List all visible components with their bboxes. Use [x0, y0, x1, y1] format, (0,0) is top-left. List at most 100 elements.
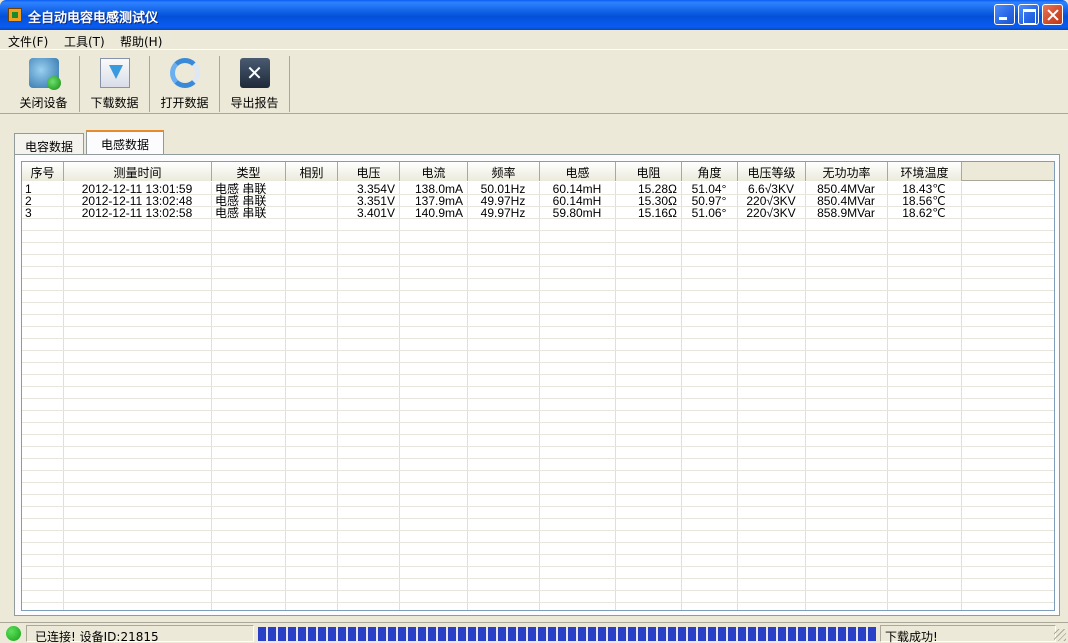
progress-block — [768, 627, 776, 641]
progress-block — [598, 627, 606, 641]
progress-block — [668, 627, 676, 641]
progress-block — [478, 627, 486, 641]
header-col-phase[interactable]: 相别 — [286, 162, 338, 181]
cell-angle: 51.06° — [691, 206, 727, 220]
progress-block — [838, 627, 846, 641]
progress-block — [518, 627, 526, 641]
progress-block — [708, 627, 716, 641]
progress-block — [638, 627, 646, 641]
minimize-button[interactable] — [994, 4, 1015, 25]
header-col-reactive-power[interactable]: 无功功率 — [806, 162, 888, 181]
progress-block — [278, 627, 286, 641]
progress-block — [798, 627, 806, 641]
menu-file[interactable]: 文件(F) — [8, 33, 48, 50]
progress-block — [318, 627, 326, 641]
progress-block — [308, 627, 316, 641]
close-button[interactable] — [1042, 4, 1063, 25]
progress-block — [728, 627, 736, 641]
progress-block — [738, 627, 746, 641]
progress-block — [498, 627, 506, 641]
tab-capacitance-data[interactable]: 电容数据 — [14, 133, 84, 155]
status-message: 下载成功! — [885, 630, 938, 643]
progress-block — [298, 627, 306, 641]
progress-block — [558, 627, 566, 641]
progress-block — [688, 627, 696, 641]
open-data-label: 打开数据 — [160, 96, 209, 110]
progress-block — [678, 627, 686, 641]
export-report-button[interactable]: 导出报告 — [220, 56, 290, 112]
header-col-type[interactable]: 类型 — [212, 162, 286, 181]
progress-block — [568, 627, 576, 641]
download-data-label: 下载数据 — [90, 96, 139, 110]
tab-panel: 序号 测量时间 类型 相别 电压 电流 频率 电感 电阻 角度 电压等级 无功功率 环境温度 1 2012… — [14, 154, 1060, 616]
cell-voltage: 3.401V — [356, 206, 395, 220]
progress-block — [808, 627, 816, 641]
disconnect-device-button[interactable]: 关闭设备 — [8, 56, 80, 112]
progress-block — [748, 627, 756, 641]
cell-phase — [289, 195, 333, 207]
disconnect-device-icon — [28, 58, 61, 90]
progress-block — [328, 627, 336, 641]
header-col-index[interactable]: 序号 — [22, 162, 64, 181]
resize-grip[interactable] — [1054, 629, 1066, 641]
open-data-button[interactable]: 打开数据 — [150, 56, 220, 112]
progress-block — [448, 627, 456, 641]
header-col-current[interactable]: 电流 — [400, 162, 468, 181]
status-bar: 已连接! 设备ID:21815 下载成功! — [0, 622, 1068, 643]
data-grid[interactable]: 序号 测量时间 类型 相别 电压 电流 频率 电感 电阻 角度 电压等级 无功功率 环境温度 1 2012… — [21, 161, 1055, 611]
app-icon — [8, 8, 22, 22]
progress-block — [358, 627, 366, 641]
header-col-resistance[interactable]: 电阻 — [616, 162, 682, 181]
progress-block — [348, 627, 356, 641]
open-data-icon — [169, 58, 200, 88]
progress-block — [618, 627, 626, 641]
connection-pane: 已连接! 设备ID:21815 — [26, 625, 254, 643]
progress-block — [538, 627, 546, 641]
progress-block — [778, 627, 786, 641]
progress-block — [468, 627, 476, 641]
cell-voltage-level: 220√3KV — [746, 206, 796, 220]
cell-temperature: 18.62℃ — [902, 206, 946, 220]
cell-index: 3 — [25, 206, 32, 220]
header-col-frequency[interactable]: 频率 — [468, 162, 540, 181]
header-col-voltage[interactable]: 电压 — [338, 162, 400, 181]
progress-block — [528, 627, 536, 641]
progress-block — [438, 627, 446, 641]
menu-help[interactable]: 帮助(H) — [120, 33, 162, 50]
message-pane: 下载成功! — [880, 625, 1056, 643]
progress-block — [548, 627, 556, 641]
cell-frequency: 49.97Hz — [480, 206, 526, 220]
connection-status-icon — [6, 626, 21, 641]
progress-block — [488, 627, 496, 641]
progress-block — [368, 627, 376, 641]
grid-rows: 1 2012-12-11 13:01:59 电感 串联 3.354V 138.0mA 50… — [22, 182, 1054, 610]
cell-resistance: 15.16Ω — [638, 206, 677, 220]
window-title: 全自动电容电感测试仪 — [28, 11, 159, 26]
header-col-temperature[interactable]: 环境温度 — [888, 162, 962, 181]
cell-phase — [289, 207, 333, 219]
progress-block — [788, 627, 796, 641]
progress-block — [288, 627, 296, 641]
grid-header: 序号 测量时间 类型 相别 电压 电流 频率 电感 电阻 角度 电压等级 无功功率 环境温度 — [22, 162, 1054, 181]
progress-block — [258, 627, 266, 641]
progress-block — [408, 627, 416, 641]
maximize-button[interactable] — [1018, 4, 1039, 25]
title-bar: 全自动电容电感测试仪 — [0, 0, 1068, 30]
table-row[interactable]: 3 2012-12-11 13:02:58 电感 串联 3.401V 140.9mA 49… — [22, 206, 1054, 220]
progress-block — [418, 627, 426, 641]
menu-tools[interactable]: 工具(T) — [64, 33, 105, 50]
progress-block — [378, 627, 386, 641]
header-col-inductance[interactable]: 电感 — [540, 162, 616, 181]
header-col-voltage-level[interactable]: 电压等级 — [738, 162, 806, 181]
tab-inductance-data[interactable]: 电感数据 — [86, 130, 164, 155]
cell-measure-time: 2012-12-11 13:02:58 — [81, 206, 193, 220]
header-col-measure-time[interactable]: 测量时间 — [64, 162, 212, 181]
progress-block — [818, 627, 826, 641]
progress-block — [388, 627, 396, 641]
progress-block — [268, 627, 276, 641]
cell-inductance: 59.80mH — [552, 206, 602, 220]
export-report-label: 导出报告 — [230, 96, 279, 110]
progress-block — [578, 627, 586, 641]
download-data-button[interactable]: 下载数据 — [80, 56, 150, 112]
header-col-angle[interactable]: 角度 — [682, 162, 738, 181]
